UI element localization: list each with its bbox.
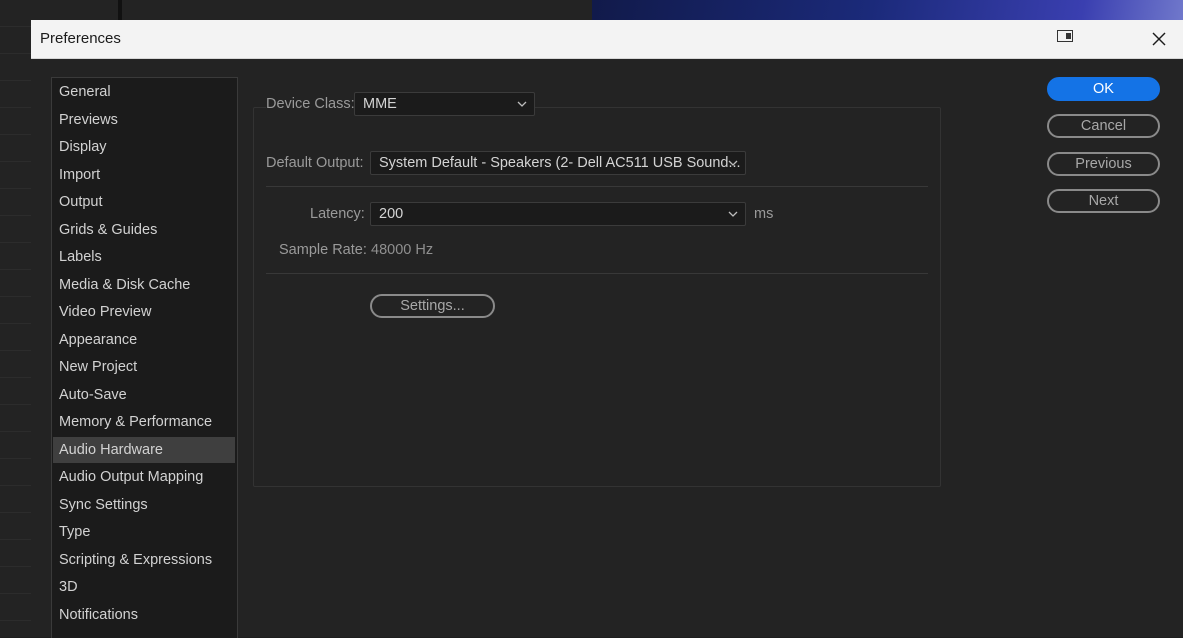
sidebar-item-labels[interactable]: Labels (53, 244, 235, 270)
sidebar-item-grids-guides[interactable]: Grids & Guides (53, 217, 235, 243)
cancel-button[interactable]: Cancel (1047, 114, 1160, 138)
chevron-down-icon (517, 101, 527, 107)
sample-rate-value: 48000 Hz (371, 242, 434, 258)
sidebar-item-output[interactable]: Output (53, 189, 235, 215)
sidebar-item-general[interactable]: General (53, 79, 235, 105)
sidebar-item-previews[interactable]: Previews (53, 107, 235, 133)
latency-dropdown[interactable]: 200 (370, 202, 746, 226)
device-class-label: Device Class: (266, 96, 359, 112)
divider (266, 186, 928, 187)
latency-label: Latency: (310, 206, 365, 222)
sidebar-item-memory-performance[interactable]: Memory & Performance (53, 409, 235, 435)
latency-value: 200 (379, 206, 404, 222)
next-button[interactable]: Next (1047, 189, 1160, 213)
sidebar-item-sync-settings[interactable]: Sync Settings (53, 492, 235, 518)
default-output-label: Default Output: (266, 155, 364, 171)
ok-button[interactable]: OK (1047, 77, 1160, 101)
sidebar-item-3d[interactable]: 3D (53, 574, 235, 600)
sidebar-item-import[interactable]: Import (53, 162, 235, 188)
preferences-category-list: General Previews Display Import Output G… (51, 77, 238, 638)
default-output-value: System Default - Speakers (2- Dell AC511… (379, 155, 741, 171)
divider (266, 273, 928, 274)
sidebar-item-media-disk-cache[interactable]: Media & Disk Cache (53, 272, 235, 298)
sidebar-item-display[interactable]: Display (53, 134, 235, 160)
sidebar-item-new-project[interactable]: New Project (53, 354, 235, 380)
title-bar: Preferences (31, 20, 1183, 59)
sidebar-item-notifications[interactable]: Notifications (53, 602, 235, 628)
sidebar-item-auto-save[interactable]: Auto-Save (53, 382, 235, 408)
sidebar-item-type[interactable]: Type (53, 519, 235, 545)
sidebar-item-scripting-expressions[interactable]: Scripting & Expressions (53, 547, 235, 573)
chevron-down-icon (728, 160, 738, 166)
settings-button[interactable]: Settings... (370, 294, 495, 318)
sidebar-item-audio-output-mapping[interactable]: Audio Output Mapping (53, 464, 235, 490)
preferences-dialog: Preferences General Previews Display Imp… (31, 20, 1183, 638)
device-class-value: MME (363, 96, 397, 112)
default-output-dropdown[interactable]: System Default - Speakers (2- Dell AC511… (370, 151, 746, 175)
sidebar-item-appearance[interactable]: Appearance (53, 327, 235, 353)
chevron-down-icon (728, 211, 738, 217)
sample-rate-label: Sample Rate: (279, 242, 367, 258)
window-title: Preferences (40, 30, 121, 47)
previous-button[interactable]: Previous (1047, 152, 1160, 176)
latency-unit: ms (754, 206, 774, 222)
sidebar-item-video-preview[interactable]: Video Preview (53, 299, 235, 325)
sidebar-item-audio-hardware[interactable]: Audio Hardware (53, 437, 235, 463)
close-icon[interactable] (1147, 28, 1171, 50)
snap-layout-icon[interactable] (1057, 30, 1073, 42)
device-class-dropdown[interactable]: MME (354, 92, 535, 116)
